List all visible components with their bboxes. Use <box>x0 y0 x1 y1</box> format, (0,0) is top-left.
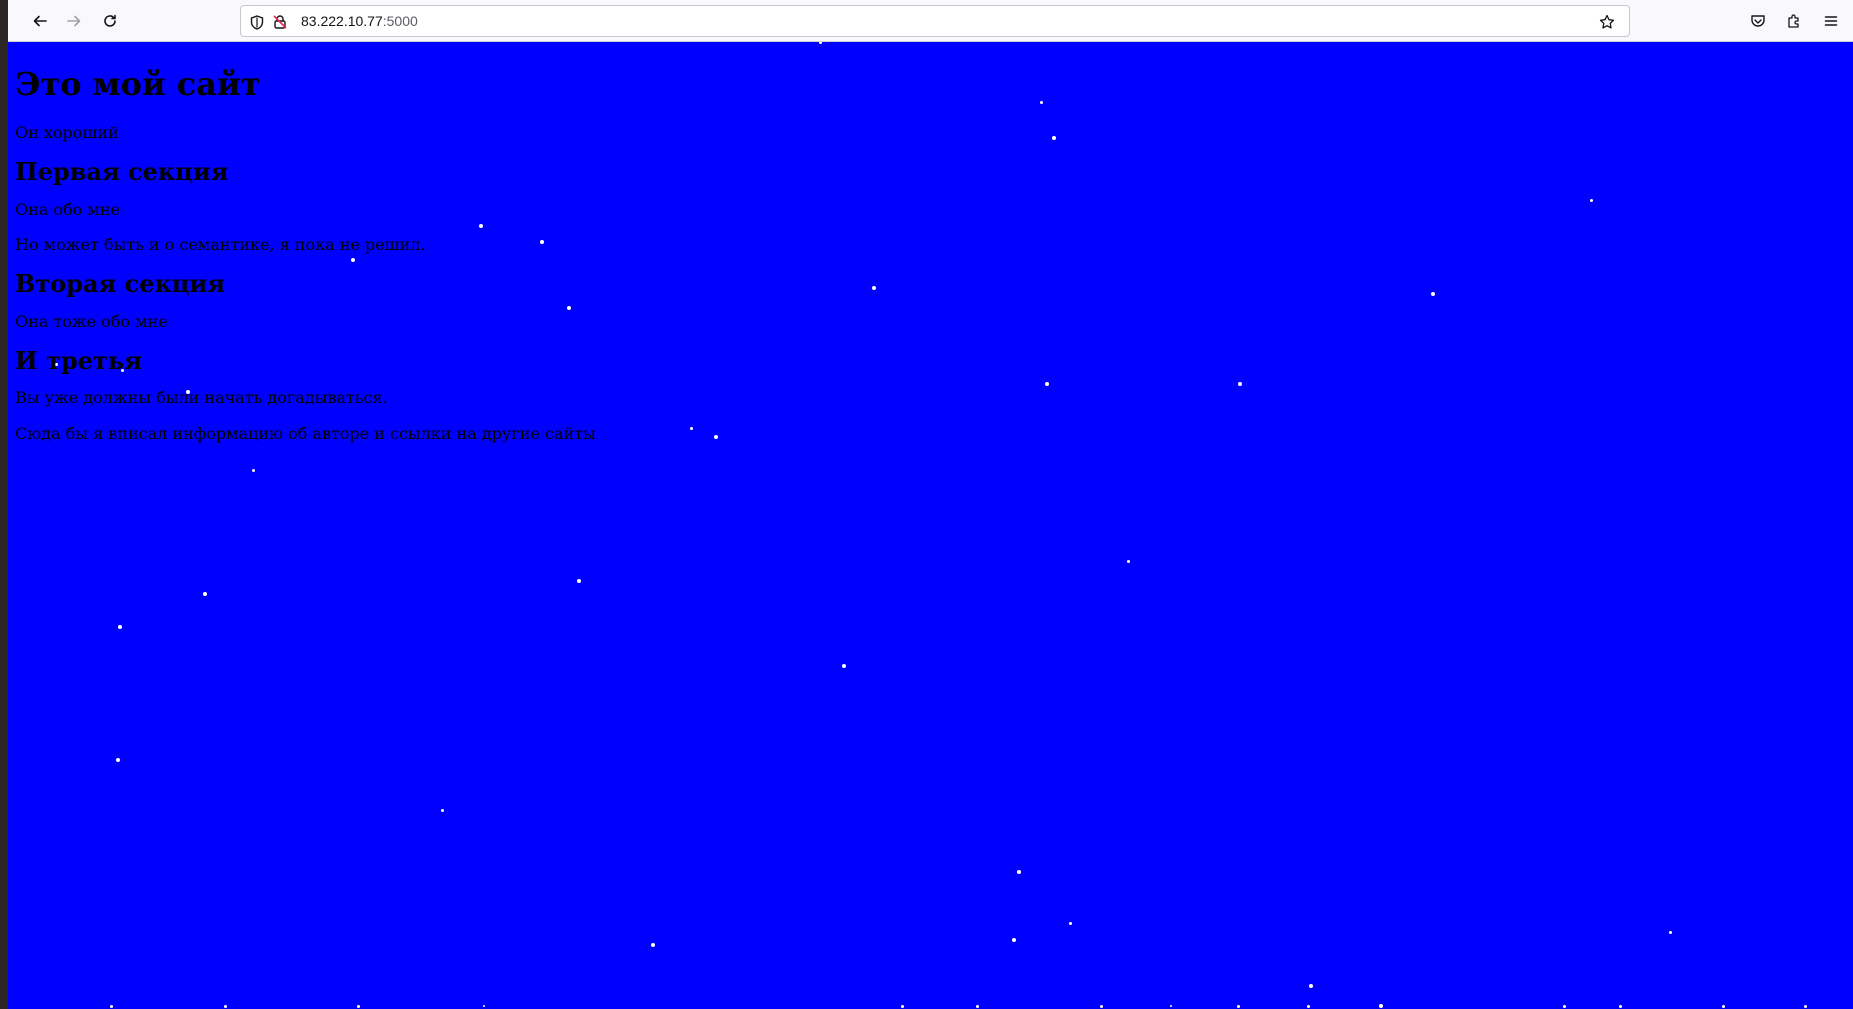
reload-button[interactable] <box>95 6 125 36</box>
star-dot <box>1306 1004 1310 1008</box>
arrow-left-icon <box>33 15 47 27</box>
browser-window: 83.222.10.77:5000 Это мой сайт Он хороши… <box>8 0 1853 1009</box>
section-third-paragraph-2: Сюда бы я вписал информацию об авторе и … <box>15 423 596 443</box>
star-dot <box>651 943 655 947</box>
star-dot <box>1618 1004 1622 1008</box>
star-dot <box>1668 930 1672 934</box>
star-dot <box>440 808 444 812</box>
star-dot <box>251 468 255 472</box>
url-bar[interactable]: 83.222.10.77:5000 <box>240 5 1630 37</box>
star-dot <box>1379 1004 1383 1008</box>
star-dot <box>203 592 207 596</box>
url-text[interactable]: 83.222.10.77:5000 <box>301 13 418 29</box>
star-dot <box>109 1004 113 1008</box>
section-third-paragraph-1: Вы уже должны были начать догадываться. <box>15 388 388 408</box>
page-subtitle: Он хороший <box>15 122 119 142</box>
star-icon[interactable] <box>1598 13 1616 31</box>
star-dot <box>1012 938 1016 942</box>
star-dot <box>842 664 846 668</box>
extensions-button[interactable] <box>1779 6 1809 36</box>
star-dot <box>1126 559 1130 563</box>
star-dot <box>1170 1005 1172 1007</box>
hamburger-menu-icon <box>1824 16 1838 26</box>
section-first-paragraph-1: Она обо мне <box>15 199 120 219</box>
menu-button[interactable] <box>1816 6 1846 36</box>
reload-icon <box>104 14 116 27</box>
insecure-lock-icon[interactable] <box>271 13 289 31</box>
star-dot <box>356 1004 360 1008</box>
star-dot <box>1309 984 1313 988</box>
window-edge <box>0 0 8 1009</box>
star-dot <box>1017 870 1021 874</box>
star-dot <box>116 758 120 762</box>
star-dot <box>483 1005 485 1007</box>
page-title: Это мой сайт <box>15 65 261 103</box>
star-dot <box>577 579 581 583</box>
page-viewport: Это мой сайт Он хороший Первая секция Он… <box>8 42 1853 1009</box>
url-port: :5000 <box>382 13 418 29</box>
section-heading-second: Вторая секция <box>15 268 226 298</box>
section-second-paragraph-1: Она тоже обо мне <box>15 311 168 331</box>
pocket-button[interactable] <box>1743 6 1773 36</box>
browser-toolbar: 83.222.10.77:5000 <box>8 0 1853 42</box>
star-dot <box>900 1004 904 1008</box>
star-dot <box>1099 1004 1103 1008</box>
star-dot <box>975 1004 979 1008</box>
star-dot <box>1068 921 1072 925</box>
page-content: Это мой сайт Он хороший Первая секция Он… <box>8 42 1853 467</box>
shield-icon[interactable] <box>248 13 266 31</box>
star-dot <box>1803 1004 1807 1008</box>
pocket-icon <box>1751 15 1765 27</box>
star-dot <box>1721 1004 1725 1008</box>
url-host: 83.222.10.77 <box>301 13 383 29</box>
arrow-right-icon <box>67 15 81 27</box>
star-dot <box>223 1004 227 1008</box>
section-heading-first: Первая секция <box>15 156 229 186</box>
forward-button[interactable] <box>59 6 89 36</box>
back-button[interactable] <box>25 6 55 36</box>
puzzle-icon <box>1788 14 1799 28</box>
star-dot <box>118 625 122 629</box>
star-dot <box>1236 1004 1240 1008</box>
section-heading-third: И третья <box>15 345 142 375</box>
star-dot <box>1562 1004 1566 1008</box>
section-first-paragraph-2: Но может быть и о семантике, я пока не р… <box>15 234 426 254</box>
